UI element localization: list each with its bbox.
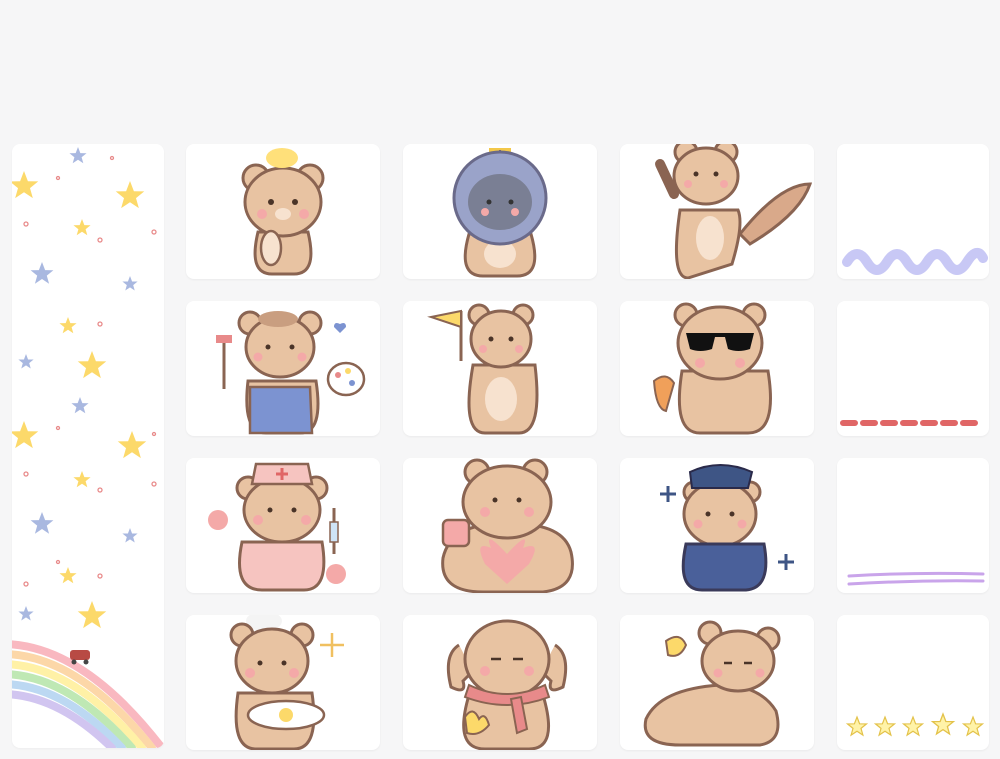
sticker-tile[interactable] bbox=[837, 615, 989, 750]
bear-lying-down-icon bbox=[643, 620, 781, 747]
bear-painter-icon bbox=[216, 310, 366, 435]
decorative-side-panel bbox=[12, 144, 164, 748]
sticker-tile[interactable] bbox=[403, 458, 597, 593]
sticker-tile[interactable] bbox=[837, 301, 989, 436]
puppy-bear-with-scarf-icon bbox=[446, 619, 568, 750]
sticker-tile[interactable] bbox=[403, 301, 597, 436]
stars-row-divider-icon bbox=[846, 713, 984, 736]
wavy-line-divider-icon bbox=[842, 247, 988, 275]
tiny-car-icon bbox=[70, 650, 90, 665]
bear-chef-with-egg-icon bbox=[229, 615, 344, 750]
sticker-tile[interactable] bbox=[186, 301, 380, 436]
sticker-tile[interactable] bbox=[837, 144, 989, 279]
dashed-line-divider-icon bbox=[840, 420, 986, 426]
sticker-tile[interactable] bbox=[620, 144, 814, 279]
sticker-tile[interactable] bbox=[403, 615, 597, 750]
sticker-tile[interactable] bbox=[620, 615, 814, 750]
bear-eating-bread-icon bbox=[241, 148, 325, 276]
sticker-tile[interactable] bbox=[403, 144, 597, 279]
bear-holding-flag-icon bbox=[427, 303, 539, 435]
double-line-divider-icon bbox=[847, 571, 985, 586]
bear-with-heart-and-mug-icon bbox=[441, 458, 574, 593]
bear-in-space-helmet-icon bbox=[452, 148, 548, 278]
sticker-tile[interactable] bbox=[186, 144, 380, 279]
bear-waving-with-squirrel-tail-icon bbox=[655, 144, 813, 279]
sticker-tile[interactable] bbox=[186, 458, 380, 593]
sticker-tile[interactable] bbox=[620, 301, 814, 436]
sticker-grid bbox=[186, 144, 989, 750]
bear-nurse-icon bbox=[208, 462, 346, 592]
sticker-tile[interactable] bbox=[186, 615, 380, 750]
bear-police-officer-icon bbox=[660, 464, 794, 592]
sticker-tile[interactable] bbox=[837, 458, 989, 593]
blue-stars bbox=[18, 147, 138, 621]
bear-in-sunglasses-icon bbox=[652, 302, 772, 435]
sticker-tile[interactable] bbox=[620, 458, 814, 593]
stars-rainbow-illustration bbox=[12, 147, 164, 748]
